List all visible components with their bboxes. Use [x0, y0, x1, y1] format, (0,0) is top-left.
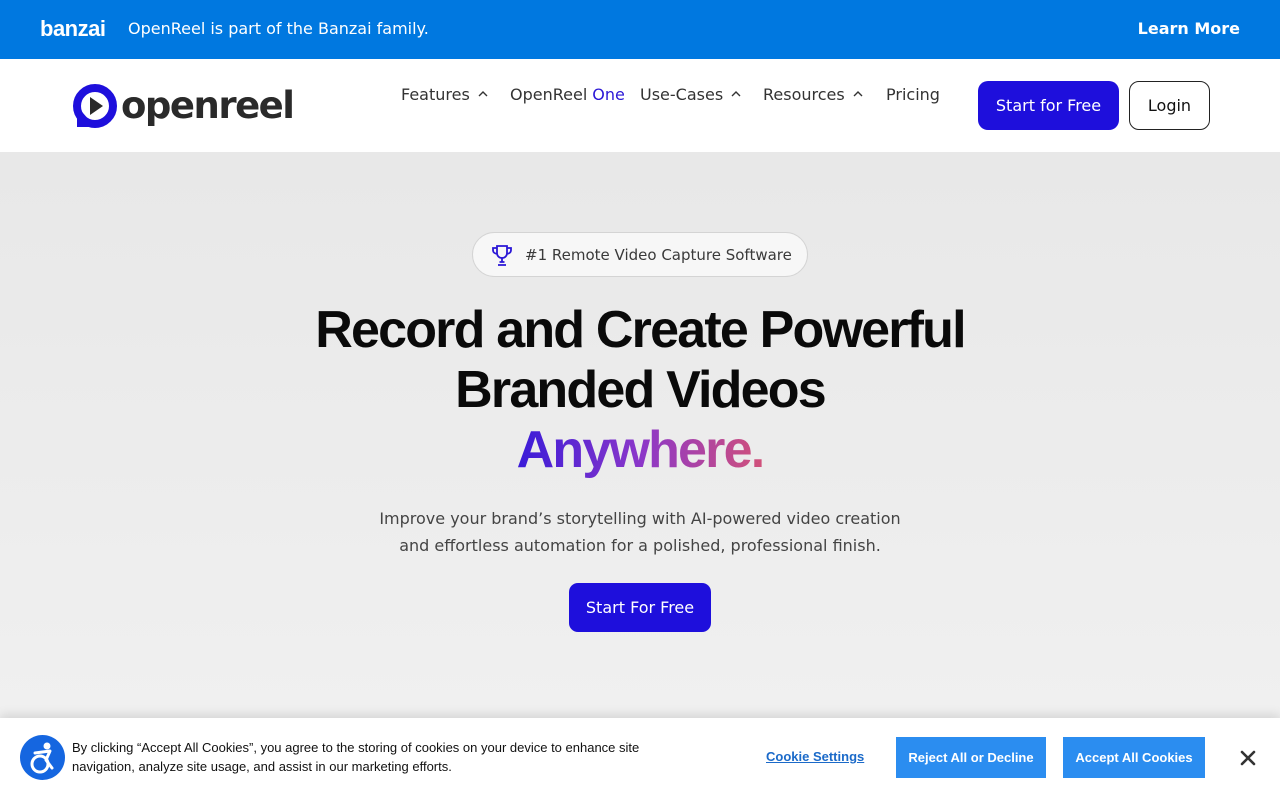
- cookie-message-line: By clicking “Accept All Cookies”, you ag…: [72, 740, 640, 755]
- hero-subheading: Improve your brand’s storytelling with A…: [340, 505, 940, 559]
- nav-features-label: Features: [401, 84, 470, 104]
- accessibility-glyph: [30, 742, 54, 774]
- headline-gradient-word: Anywhere.: [516, 421, 766, 479]
- start-for-free-button[interactable]: Start for Free: [978, 81, 1119, 130]
- banner-message: OpenReel is part of the Banzai family.: [128, 19, 429, 38]
- cookie-consent-bar: By clicking “Accept All Cookies”, you ag…: [0, 718, 1280, 800]
- nav-use-cases-label: Use-Cases: [640, 84, 724, 104]
- close-icon[interactable]: [1236, 746, 1260, 770]
- subheading-line: Improve your brand’s storytelling with A…: [379, 509, 901, 528]
- hero-section: #1 Remote Video Capture Software Record …: [0, 152, 1280, 800]
- nav-pricing[interactable]: Pricing: [886, 83, 940, 105]
- chevron-up-icon: [478, 91, 488, 97]
- accept-all-cookies-button[interactable]: Accept All Cookies: [1063, 737, 1205, 778]
- chevron-up-icon: [731, 91, 741, 97]
- login-button[interactable]: Login: [1129, 81, 1210, 130]
- cookie-message: By clicking “Accept All Cookies”, you ag…: [72, 738, 672, 776]
- nav-pricing-label: Pricing: [886, 84, 940, 104]
- hero-headline: Record and Create Powerful Branded Video…: [240, 300, 1040, 480]
- trophy-icon: [492, 245, 512, 266]
- site-header: openreel Features OpenReel One Use-Cases…: [0, 59, 1280, 152]
- reject-all-button[interactable]: Reject All or Decline: [896, 737, 1046, 778]
- headline-line: Record and Create Powerful: [315, 301, 966, 359]
- nav-openreel-one-label: OpenReel: [510, 84, 588, 104]
- subheading-line: and effortless automation for a polished…: [399, 536, 881, 555]
- headline-line: Branded Videos: [455, 361, 827, 419]
- nav-resources-label: Resources: [763, 84, 845, 104]
- nav-features[interactable]: Features: [401, 83, 489, 105]
- chevron-up-icon: [853, 91, 863, 97]
- banzai-logo[interactable]: banzai: [40, 17, 106, 41]
- award-badge: #1 Remote Video Capture Software: [472, 232, 808, 277]
- nav-use-cases[interactable]: Use-Cases: [640, 83, 742, 105]
- banzai-banner: banzai OpenReel is part of the Banzai fa…: [0, 0, 1280, 59]
- hero-start-for-free-button[interactable]: Start For Free: [569, 583, 711, 632]
- nav-openreel-one[interactable]: OpenReel One: [510, 83, 625, 105]
- cookie-settings-link[interactable]: Cookie Settings: [766, 749, 864, 765]
- play-circle-icon: [73, 84, 117, 128]
- accessibility-icon[interactable]: [20, 735, 65, 780]
- nav-resources[interactable]: Resources: [763, 83, 864, 105]
- award-badge-text: #1 Remote Video Capture Software: [525, 246, 792, 264]
- cookie-message-line: navigation, analyze site usage, and assi…: [72, 759, 452, 774]
- openreel-logo[interactable]: openreel: [72, 83, 295, 129]
- learn-more-link[interactable]: Learn More: [1138, 19, 1240, 39]
- logo-wordmark: openreel: [121, 84, 295, 127]
- nav-openreel-one-accent: One: [592, 84, 625, 104]
